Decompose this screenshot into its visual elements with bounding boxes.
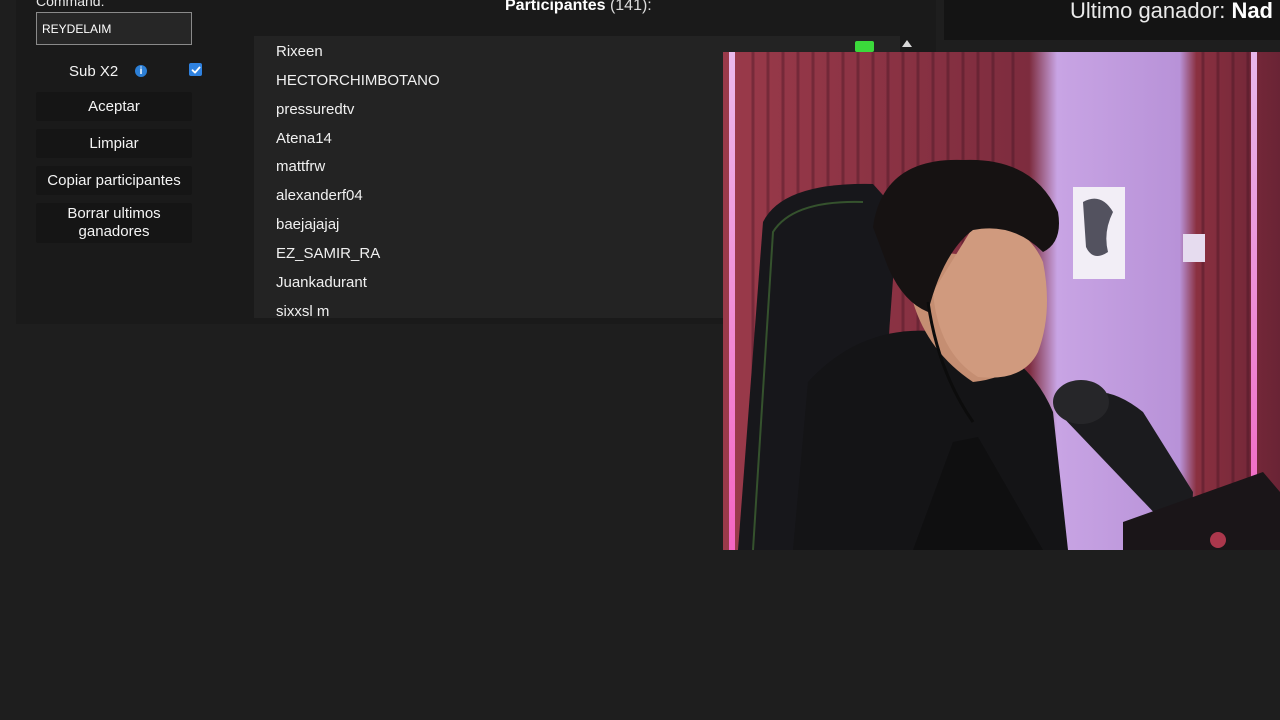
last-winner-label: Ultimo ganador: [1070,0,1226,23]
sub-x2-row: Sub X2 [69,60,118,82]
list-item: mattfrw [276,158,326,175]
webcam-feed [723,52,1280,550]
status-badge [855,41,874,52]
info-icon[interactable]: i [135,65,147,77]
list-item: Rixeen [276,43,323,60]
app-root: Command: Sub X2 i Aceptar Limpiar Copiar… [0,0,1280,720]
copiar-participantes-button[interactable]: Copiar participantes [36,166,192,195]
check-icon [191,66,200,73]
sub-x2-checkbox[interactable] [189,63,202,76]
scroll-up-arrow-icon[interactable] [902,40,912,47]
command-label: Command: [36,0,105,9]
command-input[interactable] [36,12,192,45]
last-winner-name: Nad [1231,0,1273,23]
aceptar-button[interactable]: Aceptar [36,92,192,121]
webcam-image [723,52,1280,550]
list-item: alexanderf04 [276,187,363,204]
list-item: sixxsl m [276,303,330,318]
participants-count: (141): [609,0,652,14]
list-item: EZ_SAMIR_RA [276,245,381,262]
participants-title: Participantes (141): [505,0,652,15]
borrar-ultimos-ganadores-button[interactable]: Borrar ultimos ganadores [36,203,192,243]
list-item: baejajajaj [276,216,340,233]
list-item: pressuredtv [276,101,355,118]
participants-title-label: Participantes [505,0,606,14]
list-item: HECTORCHIMBOTANO [276,72,440,89]
limpiar-button[interactable]: Limpiar [36,129,192,158]
sidebar: Command: Sub X2 i Aceptar Limpiar Copiar… [0,0,230,324]
list-item: Atena14 [276,130,332,147]
sub-x2-label: Sub X2 [69,62,119,80]
list-item: Juankadurant [276,274,367,291]
last-winner-text: Ultimo ganador: Nad [1070,0,1273,24]
